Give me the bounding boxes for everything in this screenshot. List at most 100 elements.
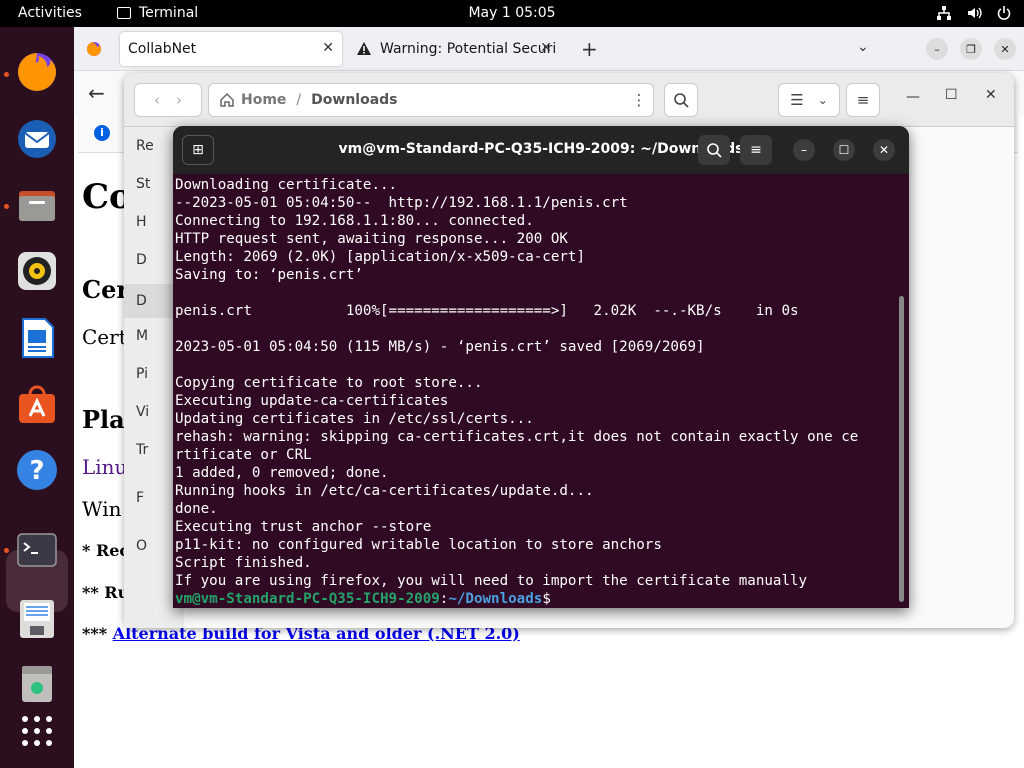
new-tab-icon[interactable]: + [581, 37, 598, 61]
search-icon[interactable] [664, 83, 698, 117]
breadcrumb-separator: / [296, 92, 302, 108]
back-icon[interactable]: ‹ [154, 91, 160, 109]
linux-link[interactable]: Linu [82, 455, 127, 479]
footnote: * Rec [82, 541, 130, 560]
menu-icon[interactable]: ≡ [846, 83, 880, 117]
terminal-line: Script finished. [175, 555, 312, 571]
thunderbird-icon[interactable] [13, 115, 61, 163]
running-indicator [4, 72, 9, 77]
trash-icon[interactable] [13, 659, 61, 707]
clock[interactable]: May 1 05:05 [0, 5, 1024, 21]
sidebar-item-recent[interactable]: Re [136, 138, 154, 154]
minimize-icon[interactable]: — [906, 89, 920, 105]
terminal-output[interactable]: Downloading certificate... --2023-05-01 0… [175, 176, 899, 608]
close-tab-icon[interactable]: ✕ [540, 40, 552, 56]
sidebar-item-music[interactable]: M [136, 328, 148, 344]
firefox-icon [87, 42, 101, 56]
files-icon[interactable] [13, 181, 61, 229]
tab-collabnet[interactable]: CollabNet ✕ [120, 32, 342, 66]
running-indicator [4, 548, 9, 553]
footnote: ** Ru [82, 583, 130, 602]
home-icon [220, 92, 234, 107]
prompt-path: ~/Downloads [448, 591, 543, 607]
section-heading: Pla [82, 405, 125, 434]
close-icon[interactable]: ✕ [873, 139, 895, 161]
terminal-line: Updating certificates in /etc/ssl/certs.… [175, 411, 534, 427]
close-tab-icon[interactable]: ✕ [322, 40, 334, 56]
maximize-icon[interactable]: ☐ [945, 87, 958, 103]
tab-label: Warning: Potential Securi [380, 41, 557, 57]
chevron-down-icon[interactable]: ⌄ [857, 39, 869, 55]
footnote-prefix: *** [82, 624, 113, 643]
terminal-line: --2023-05-01 05:04:50-- http://192.168.1… [175, 195, 628, 211]
app-center-icon[interactable] [13, 380, 61, 428]
menu-icon[interactable]: ≡ [740, 135, 772, 165]
minimize-icon[interactable]: – [926, 38, 948, 60]
chevron-down-icon[interactable]: ⌄ [818, 93, 828, 107]
list-view-icon[interactable]: ☰ [790, 91, 803, 109]
terminal-line: Copying certificate to root store... [175, 375, 483, 391]
forward-icon[interactable]: › [176, 91, 182, 109]
tab-warning[interactable]: Warning: Potential Securi ✕ [348, 32, 560, 66]
terminal-line: 2023-05-01 05:04:50 (115 MB/s) - ‘penis.… [175, 339, 705, 355]
search-icon[interactable] [698, 135, 730, 165]
maximize-icon[interactable]: ❐ [960, 38, 982, 60]
firefox-icon[interactable] [13, 48, 61, 96]
sidebar-item-desktop[interactable]: D [136, 252, 147, 268]
nav-buttons[interactable]: ‹ › [134, 83, 202, 117]
terminal-line: Length: 2069 (2.0K) [application/x-x509-… [175, 249, 585, 265]
scrollbar[interactable] [899, 296, 904, 602]
terminal-line: HTTP request sent, awaiting response... … [175, 231, 568, 247]
close-icon[interactable]: ✕ [994, 38, 1016, 60]
info-icon: i [94, 125, 110, 141]
show-apps-icon[interactable] [13, 707, 61, 755]
terminal-prompt[interactable]: vm@vm-Standard-PC-Q35-ICH9-2009:~/Downlo… [175, 590, 899, 608]
terminal-line: Executing trust anchor --store [175, 519, 432, 535]
svg-text:?: ? [29, 456, 44, 486]
sidebar-item-pictures[interactable]: Pi [136, 366, 148, 382]
back-icon[interactable]: ← [88, 81, 105, 105]
terminal-line: rtificate or CRL [175, 447, 312, 463]
terminal-header: ⊞ vm@vm-Standard-PC-Q35-ICH9-2009: ~/Dow… [173, 126, 909, 174]
files-header: ‹ › Home / Downloads ⋮ ☰ ⌄ ≡ — ☐ ✕ [124, 73, 1014, 127]
system-menu[interactable] [936, 5, 1012, 21]
top-bar: Activities Terminal May 1 05:05 [0, 0, 1024, 27]
windows-link[interactable]: Win [82, 497, 121, 521]
sidebar-item-home[interactable]: H [136, 214, 147, 230]
rhythmbox-icon[interactable] [13, 247, 61, 295]
more-icon[interactable]: ⋮ [622, 83, 656, 117]
minimize-icon[interactable]: – [793, 139, 815, 161]
section-heading: Cer [82, 275, 130, 304]
terminal-icon[interactable] [13, 526, 61, 574]
terminal-line: Saving to: ‘penis.crt’ [175, 267, 363, 283]
network-icon [937, 6, 951, 20]
prompt-symbol: $ [542, 591, 551, 607]
breadcrumb-current[interactable]: Downloads [311, 92, 397, 108]
view-toggle[interactable]: ☰ ⌄ [778, 83, 840, 117]
sidebar-item-starred[interactable]: St [136, 176, 150, 192]
sidebar-item-videos[interactable]: Vi [136, 404, 149, 420]
sidebar-item-trash[interactable]: Tr [136, 442, 148, 458]
terminal-window: ⊞ vm@vm-Standard-PC-Q35-ICH9-2009: ~/Dow… [173, 126, 909, 608]
breadcrumb[interactable]: Home / Downloads [208, 83, 654, 117]
volume-icon [968, 7, 982, 19]
sidebar-item-floppy[interactable]: F [136, 490, 144, 506]
close-icon[interactable]: ✕ [985, 87, 997, 103]
sidebar-item-other-locations[interactable]: O [136, 538, 147, 554]
certificate-link[interactable]: Cert [82, 325, 127, 349]
terminal-line: Running hooks in /etc/ca-certificates/up… [175, 483, 594, 499]
writer-icon[interactable] [13, 314, 61, 362]
text-editor-icon[interactable] [13, 595, 61, 643]
prompt-user: vm@vm-Standard-PC-Q35-ICH9-2009 [175, 591, 440, 607]
terminal-line: p11-kit: no configured writable location… [175, 537, 662, 553]
terminal-line: Connecting to 192.168.1.1:80... connecte… [175, 213, 534, 229]
dock: ? [0, 27, 74, 768]
tab-bar: CollabNet ✕ Warning: Potential Securi ✕ … [74, 27, 1024, 71]
breadcrumb-home[interactable]: Home [241, 92, 286, 108]
help-icon[interactable]: ? [13, 446, 61, 494]
maximize-icon[interactable]: ☐ [833, 139, 855, 161]
tab-label: CollabNet [128, 41, 197, 57]
terminal-line: done. [175, 501, 218, 517]
